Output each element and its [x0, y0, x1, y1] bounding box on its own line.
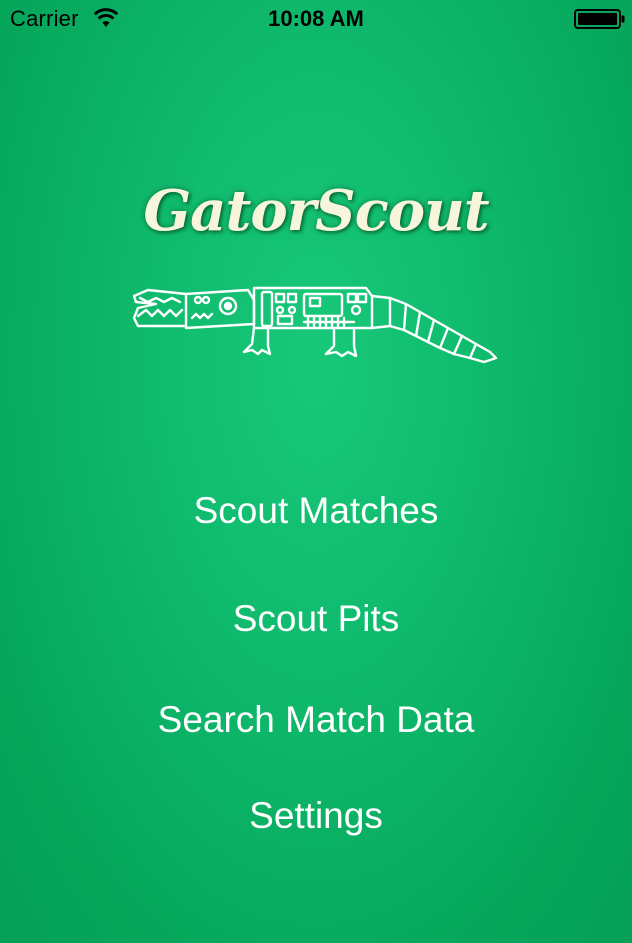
scout-matches-button[interactable]: Scout Matches: [116, 483, 516, 537]
scout-pits-button[interactable]: Scout Pits: [116, 591, 516, 645]
settings-button[interactable]: Settings: [116, 788, 516, 842]
gator-robot-logo: [132, 286, 498, 364]
search-match-data-button[interactable]: Search Match Data: [116, 692, 516, 746]
status-time: 10:08 AM: [268, 6, 364, 31]
status-bar: Carrier 10:08 AM: [0, 0, 632, 38]
main-menu: Scout Matches Scout Pits Search Match Da…: [0, 0, 632, 943]
app-logo-title: GatorScout: [143, 178, 489, 244]
battery-icon: [574, 9, 625, 29]
